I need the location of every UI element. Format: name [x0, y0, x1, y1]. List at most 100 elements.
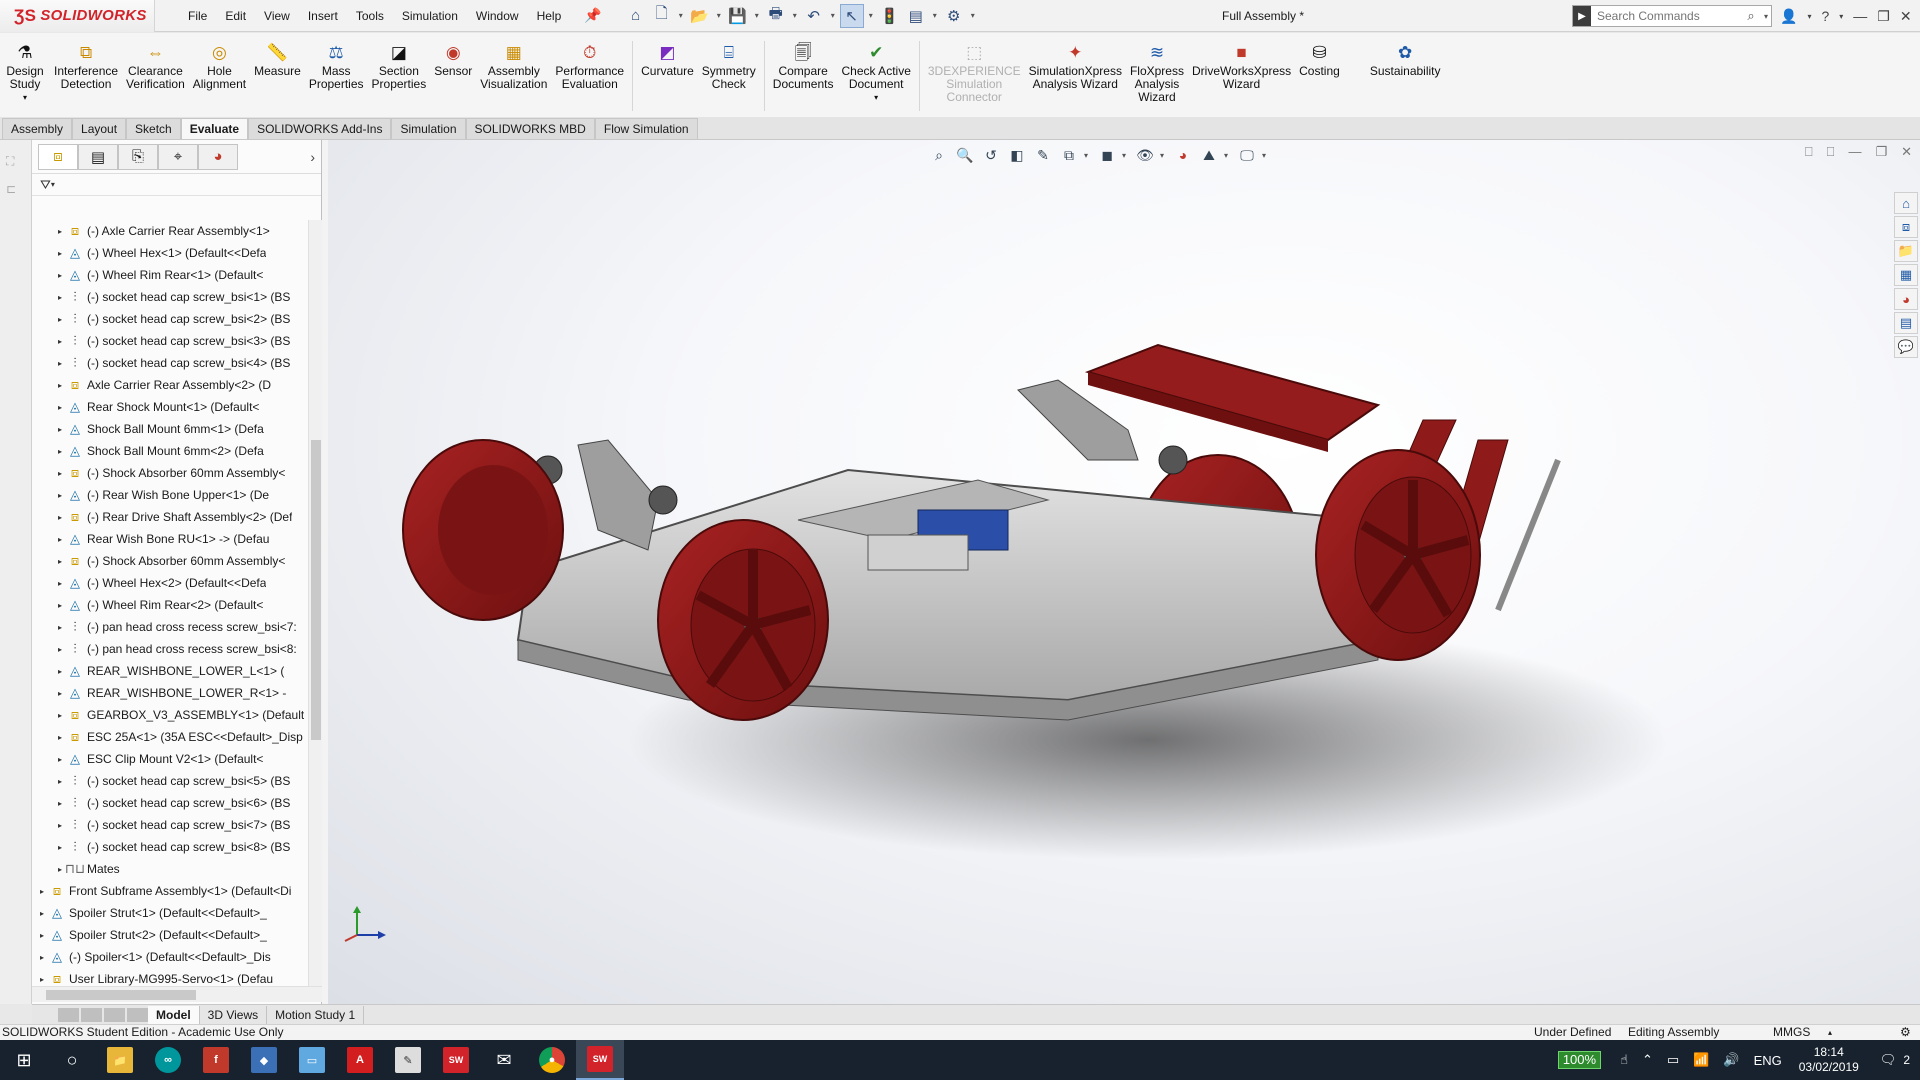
filter-dropdown-icon[interactable]: ▾ [51, 180, 55, 189]
search-commands[interactable]: ▶ ⌕ ▾ [1572, 5, 1772, 27]
doc-close-icon[interactable]: ✕ [1901, 144, 1912, 160]
tree-row[interactable]: ▸ ⊓⊔ Mates [32, 858, 308, 880]
expand-arrow-icon[interactable]: ▸ [54, 425, 66, 434]
language[interactable]: ENG [1754, 1053, 1782, 1068]
rc-car-assembly-model[interactable] [328, 140, 1888, 1004]
expand-arrow-icon[interactable]: ▸ [54, 645, 66, 654]
arduino-icon[interactable]: ∞ [144, 1040, 192, 1080]
tree-row[interactable]: ▸ ⫶ (-) socket head cap screw_bsi<4> (BS [32, 352, 308, 374]
expand-arrow-icon[interactable]: ▸ [36, 953, 48, 962]
chrome-icon[interactable]: ● [528, 1040, 576, 1080]
expand-arrow-icon[interactable]: ▸ [54, 711, 66, 720]
curvature-button[interactable]: ◩ Curvature [637, 41, 698, 78]
undo-icon[interactable]: ↶ [802, 4, 826, 28]
menu-view[interactable]: View [255, 0, 299, 32]
mail-icon[interactable]: ✉ [480, 1040, 528, 1080]
tree-row[interactable]: ▸ ◬ Rear Wish Bone RU<1> -> (Defau [32, 528, 308, 550]
menu-insert[interactable]: Insert [299, 0, 347, 32]
tree-row[interactable]: ▸ ◬ Shock Ball Mount 6mm<2> (Defa [32, 440, 308, 462]
expand-arrow-icon[interactable]: ▸ [54, 249, 66, 258]
expand-arrow-icon[interactable]: ▸ [54, 447, 66, 456]
tree-row[interactable]: ▸ ⧈ Axle Carrier Rear Assembly<2> (D [32, 374, 308, 396]
file-properties-icon[interactable]: ▤ [904, 4, 928, 28]
tree-row[interactable]: ▸ ⧈ (-) Axle Carrier Rear Assembly<1> [32, 220, 308, 242]
user-dropdown-icon[interactable]: ▾ [1807, 12, 1811, 21]
unit-system[interactable]: MMGS [1773, 1025, 1810, 1040]
check-active-document-button[interactable]: ✔ Check Active Document ▾ [838, 41, 915, 104]
menu-tools[interactable]: Tools [347, 0, 393, 32]
expand-arrow-icon[interactable]: ▸ [54, 381, 66, 390]
more-tabs-chevron-icon[interactable]: › [310, 149, 315, 165]
window-app-icon[interactable]: ▭ [288, 1040, 336, 1080]
expand-arrow-icon[interactable]: ▸ [36, 975, 48, 984]
driveworksxpress-button[interactable]: ■ DriveWorksXpress Wizard [1188, 41, 1295, 91]
scrollbar-thumb[interactable] [311, 440, 321, 740]
tree-row[interactable]: ▸ ⫶ (-) pan head cross recess screw_bsi<7: [32, 616, 308, 638]
tab-sketch[interactable]: Sketch [126, 118, 181, 139]
help-icon[interactable]: ? [1821, 8, 1829, 24]
file-explorer-taskbar-icon[interactable]: 📁 [96, 1040, 144, 1080]
costing-button[interactable]: ⛁ Costing [1295, 41, 1344, 78]
new-document-icon[interactable]: 🗋 [650, 4, 674, 28]
tree-row[interactable]: ▸ ⫶ (-) socket head cap screw_bsi<7> (BS [32, 814, 308, 836]
side-tool-icon[interactable]: ⊏ [6, 182, 28, 196]
volume-icon[interactable]: 🔊 [1723, 1052, 1739, 1068]
tree-row[interactable]: ▸ ⧈ Front Subframe Assembly<1> (Default<Di [32, 880, 308, 902]
tree-horizontal-scrollbar[interactable] [32, 986, 322, 1002]
slicer-app-icon[interactable]: ◆ [240, 1040, 288, 1080]
tree-filter[interactable]: ⛛ ▾ [32, 174, 321, 196]
performance-evaluation-button[interactable]: ⏱ Performance Evaluation [551, 41, 628, 91]
assembly-visualization-button[interactable]: ▦ Assembly Visualization [476, 41, 551, 91]
flash-app-icon[interactable]: f [192, 1040, 240, 1080]
battery-percentage[interactable]: 100% [1557, 1051, 1602, 1069]
expand-arrow-icon[interactable]: ▸ [54, 557, 66, 566]
tab-layout[interactable]: Layout [72, 118, 127, 139]
tree-row[interactable]: ▸ ⫶ (-) socket head cap screw_bsi<6> (BS [32, 792, 308, 814]
tree-row[interactable]: ▸ ◬ Spoiler Strut<2> (Default<<Default>_ [32, 924, 308, 946]
menu-window[interactable]: Window [467, 0, 528, 32]
expand-arrow-icon[interactable]: ▸ [54, 733, 66, 742]
search-dropdown-icon[interactable]: ▾ [1761, 12, 1771, 21]
solidworks-2018-launcher-icon[interactable]: SW [432, 1040, 480, 1080]
expand-arrow-icon[interactable]: ▸ [54, 315, 66, 324]
open-dropdown-icon[interactable]: ▾ [714, 11, 724, 20]
tree-row[interactable]: ▸ ⧈ User Library-MG995-Servo<1> (Defau [32, 968, 308, 986]
expand-arrow-icon[interactable]: ▸ [54, 359, 66, 368]
expand-arrow-icon[interactable]: ▸ [54, 535, 66, 544]
tab-flow-simulation[interactable]: Flow Simulation [594, 118, 698, 139]
tray-expand-icon[interactable]: ⌃ [1642, 1052, 1653, 1068]
simulationxpress-button[interactable]: ✦ SimulationXpress Analysis Wizard [1025, 41, 1126, 91]
expand-arrow-icon[interactable]: ▸ [36, 909, 48, 918]
front-right-wheel[interactable] [657, 519, 829, 721]
tree-row[interactable]: ▸ ⫶ (-) socket head cap screw_bsi<8> (BS [32, 836, 308, 858]
tab-evaluate[interactable]: Evaluate [180, 118, 249, 139]
undo-dropdown-icon[interactable]: ▾ [828, 11, 838, 20]
tab-simulation[interactable]: Simulation [391, 118, 466, 139]
tree-row[interactable]: ▸ ◬ Spoiler Strut<1> (Default<<Default>_ [32, 902, 308, 924]
menu-simulation[interactable]: Simulation [393, 0, 467, 32]
tree-row[interactable]: ▸ ◬ REAR_WISHBONE_LOWER_R<1> - [32, 682, 308, 704]
menu-help[interactable]: Help [528, 0, 571, 32]
expand-arrow-icon[interactable]: ▸ [54, 667, 66, 676]
tab-navigation-arrows[interactable] [58, 1007, 148, 1022]
tree-row[interactable]: ▸ ◬ (-) Wheel Rim Rear<2> (Default< [32, 594, 308, 616]
file-explorer-icon[interactable]: 📁 [1894, 240, 1918, 262]
file-properties-dropdown-icon[interactable]: ▾ [930, 11, 940, 20]
tab-solidworks-addins[interactable]: SOLIDWORKS Add-Ins [248, 118, 392, 139]
dimxpert-manager-icon[interactable]: ⌖ [158, 143, 198, 170]
tree-row[interactable]: ▸ ◬ Shock Ball Mount 6mm<1> (Defa [32, 418, 308, 440]
tab-model[interactable]: Model [148, 1005, 200, 1024]
front-left-wheel[interactable] [402, 439, 564, 621]
menu-edit[interactable]: Edit [216, 0, 255, 32]
select-dropdown-icon[interactable]: ▾ [866, 11, 876, 20]
tab-3d-views[interactable]: 3D Views [200, 1005, 268, 1024]
options-gear-icon[interactable]: ⚙ [942, 4, 966, 28]
help-dropdown-icon[interactable]: ▾ [1839, 12, 1843, 21]
custom-properties-icon[interactable]: ▤ [1894, 312, 1918, 334]
user-account-icon[interactable]: 👤 [1780, 8, 1797, 25]
expand-arrow-icon[interactable]: ▸ [54, 403, 66, 412]
tree-vertical-scrollbar[interactable] [308, 220, 322, 986]
tree-row[interactable]: ▸ ◬ (-) Rear Wish Bone Upper<1> (De [32, 484, 308, 506]
cortana-search-icon[interactable]: ○ [48, 1040, 96, 1080]
filter-icon[interactable]: ⛛ [40, 177, 51, 193]
